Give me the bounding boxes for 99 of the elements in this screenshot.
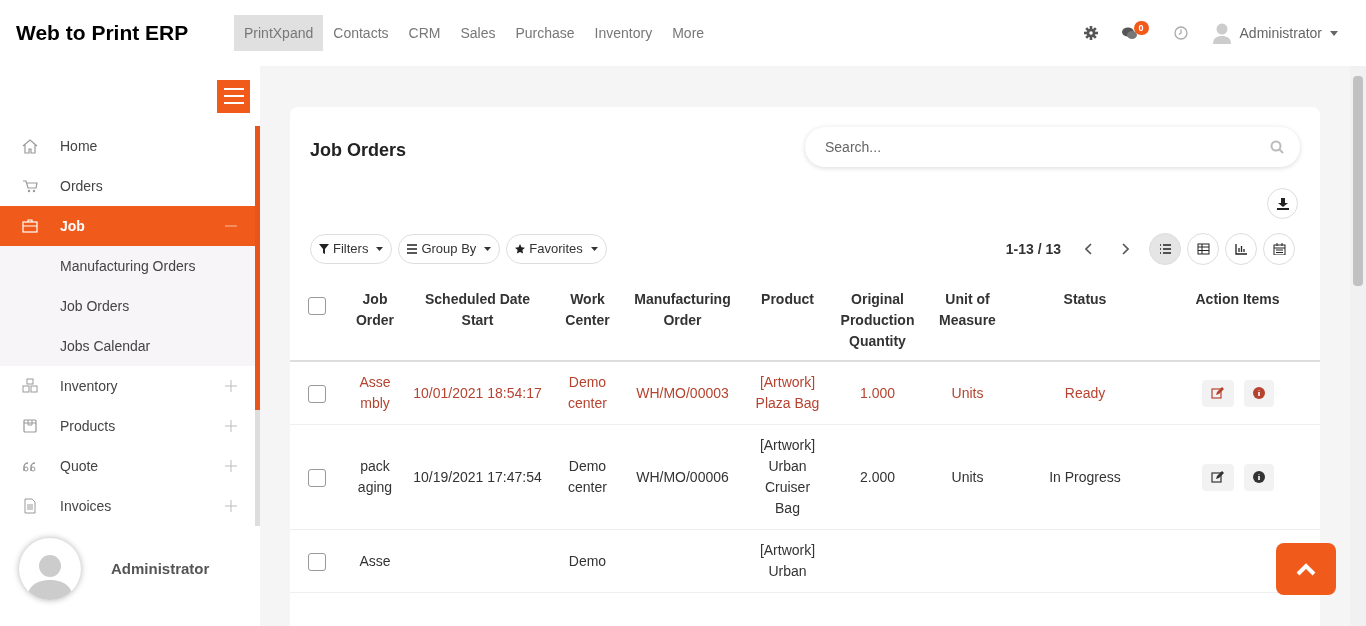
caret-icon bbox=[376, 247, 384, 251]
boxes-icon bbox=[21, 378, 39, 394]
edit-icon bbox=[1211, 471, 1224, 483]
column-header[interactable]: Job Order bbox=[345, 287, 405, 361]
table-cell: Units bbox=[951, 384, 984, 401]
info-button[interactable] bbox=[1243, 379, 1274, 407]
checkbox[interactable] bbox=[308, 552, 326, 571]
submenu-item[interactable]: Manufacturing Orders bbox=[0, 246, 255, 286]
chat-icon[interactable] bbox=[1121, 27, 1138, 40]
table-cell-text: [Artwork] Urban bbox=[758, 541, 817, 581]
search-field[interactable]: Search... bbox=[805, 127, 1300, 167]
download-icon bbox=[1276, 197, 1289, 210]
column-header[interactable]: Original Production Quantity bbox=[835, 287, 920, 361]
table-view-icon bbox=[1196, 243, 1210, 255]
table-cell-text: Assembly bbox=[358, 373, 392, 413]
sidebar-item[interactable]: Orders bbox=[0, 166, 255, 206]
brand-title: Web to Print ERP bbox=[15, 20, 190, 47]
column-header[interactable]: Action Items bbox=[1155, 287, 1320, 361]
expand-icon bbox=[225, 380, 237, 392]
column-header[interactable]: Work Center bbox=[550, 287, 625, 361]
chevron-up-icon bbox=[1296, 562, 1316, 576]
table-cell: In Progress bbox=[1049, 468, 1121, 485]
search-icon bbox=[1270, 140, 1284, 154]
user-name: Administrator bbox=[111, 558, 210, 579]
edit-icon bbox=[1211, 387, 1224, 399]
column-header[interactable]: Status bbox=[1015, 287, 1155, 361]
list-view-icon bbox=[1158, 243, 1172, 255]
scroll-top-button[interactable] bbox=[1276, 543, 1336, 595]
home-icon bbox=[21, 138, 39, 154]
table-cell-text: [Artwork] Plaza Bag bbox=[755, 373, 820, 413]
previous-icon[interactable] bbox=[1085, 243, 1093, 255]
sidebar-item[interactable]: Products bbox=[0, 406, 255, 446]
caret-icon bbox=[484, 247, 492, 251]
column-header[interactable]: Unit of Measure bbox=[920, 287, 1015, 361]
star-icon bbox=[515, 244, 526, 254]
user-avatar bbox=[19, 538, 81, 600]
table-cell: Ready bbox=[1064, 384, 1106, 401]
cart-icon bbox=[21, 178, 39, 194]
calendar-view-button[interactable] bbox=[1263, 233, 1295, 265]
expand-icon bbox=[225, 420, 237, 432]
menu-toggle[interactable] bbox=[217, 79, 250, 113]
checkbox[interactable] bbox=[308, 384, 326, 403]
table-cell: 2.000 bbox=[859, 468, 895, 485]
column-header[interactable]: Product bbox=[740, 287, 835, 361]
caret-icon bbox=[590, 247, 598, 251]
pager-count: 1-13 / 13 bbox=[1005, 239, 1061, 259]
avatar-icon bbox=[1211, 22, 1232, 44]
info-icon bbox=[1252, 471, 1265, 483]
table-cell-text: [Artwork] Urban Cruiser Bag bbox=[758, 436, 817, 518]
list-view-button[interactable] bbox=[1149, 233, 1181, 265]
sidebar-item[interactable]: Home bbox=[0, 126, 255, 166]
sidebar-item[interactable]: Quote bbox=[0, 446, 255, 486]
table-cell: Units bbox=[951, 468, 984, 485]
table-view-button[interactable] bbox=[1187, 233, 1219, 265]
table-cell-text: Demo center bbox=[567, 457, 608, 497]
submenu-item[interactable]: Job Orders bbox=[0, 286, 255, 326]
sidebar-item[interactable]: Invoices bbox=[0, 486, 255, 526]
table-cell: 10/01/2021 18:54:17 bbox=[413, 384, 542, 401]
top-menu-item[interactable]: CRM bbox=[398, 15, 451, 51]
checkbox[interactable] bbox=[308, 468, 326, 487]
expand-icon bbox=[225, 460, 237, 472]
page-title: Job Orders bbox=[310, 139, 407, 162]
top-menu-item[interactable]: Inventory bbox=[584, 15, 663, 51]
table-cell-text: Asse bbox=[358, 551, 392, 571]
column-header[interactable]: Scheduled Date Start bbox=[405, 287, 550, 361]
table-cell: WH/MO/00006 bbox=[636, 468, 729, 485]
expand-icon bbox=[225, 500, 237, 512]
table-cell-text: Demo center bbox=[567, 373, 608, 413]
package-icon bbox=[21, 418, 39, 434]
top-menu-item[interactable]: Contacts bbox=[323, 15, 399, 51]
document-icon bbox=[21, 498, 39, 514]
info-icon bbox=[1252, 387, 1265, 399]
user-menu[interactable]: Administrator bbox=[1211, 22, 1338, 44]
chart-view-button[interactable] bbox=[1225, 233, 1257, 265]
settings-icon[interactable] bbox=[1083, 26, 1098, 40]
message-count-badge: 0 bbox=[1133, 21, 1149, 35]
column-header[interactable]: Manufacturing Order bbox=[625, 287, 740, 361]
filter-icon bbox=[319, 244, 329, 254]
table-cell-text: Demo bbox=[567, 551, 608, 571]
sidebar-item[interactable]: Inventory bbox=[0, 366, 255, 406]
top-menu-item[interactable]: Sales bbox=[450, 15, 506, 51]
edit-button[interactable] bbox=[1201, 463, 1234, 491]
next-icon[interactable] bbox=[1121, 243, 1129, 255]
top-menu-item[interactable]: Purchase bbox=[505, 15, 585, 51]
submenu-item[interactable]: Jobs Calendar bbox=[0, 326, 255, 366]
calendar-view-icon bbox=[1272, 243, 1286, 255]
checkbox[interactable] bbox=[308, 297, 326, 316]
caret-icon bbox=[1330, 30, 1338, 36]
edit-button[interactable] bbox=[1201, 379, 1234, 407]
top-menu-item[interactable]: More bbox=[662, 15, 715, 51]
table-cell-text: packaging bbox=[357, 457, 393, 497]
table-cell: WH/MO/00003 bbox=[636, 384, 729, 401]
info-button[interactable] bbox=[1243, 463, 1274, 491]
table-cell: 10/19/2021 17:47:54 bbox=[413, 468, 542, 485]
list-icon bbox=[407, 244, 418, 254]
chart-view-icon bbox=[1234, 243, 1248, 255]
table-cell: 1.000 bbox=[859, 384, 895, 401]
top-menu-item[interactable]: PrintXpand bbox=[234, 15, 324, 51]
briefcase-icon bbox=[21, 218, 39, 234]
